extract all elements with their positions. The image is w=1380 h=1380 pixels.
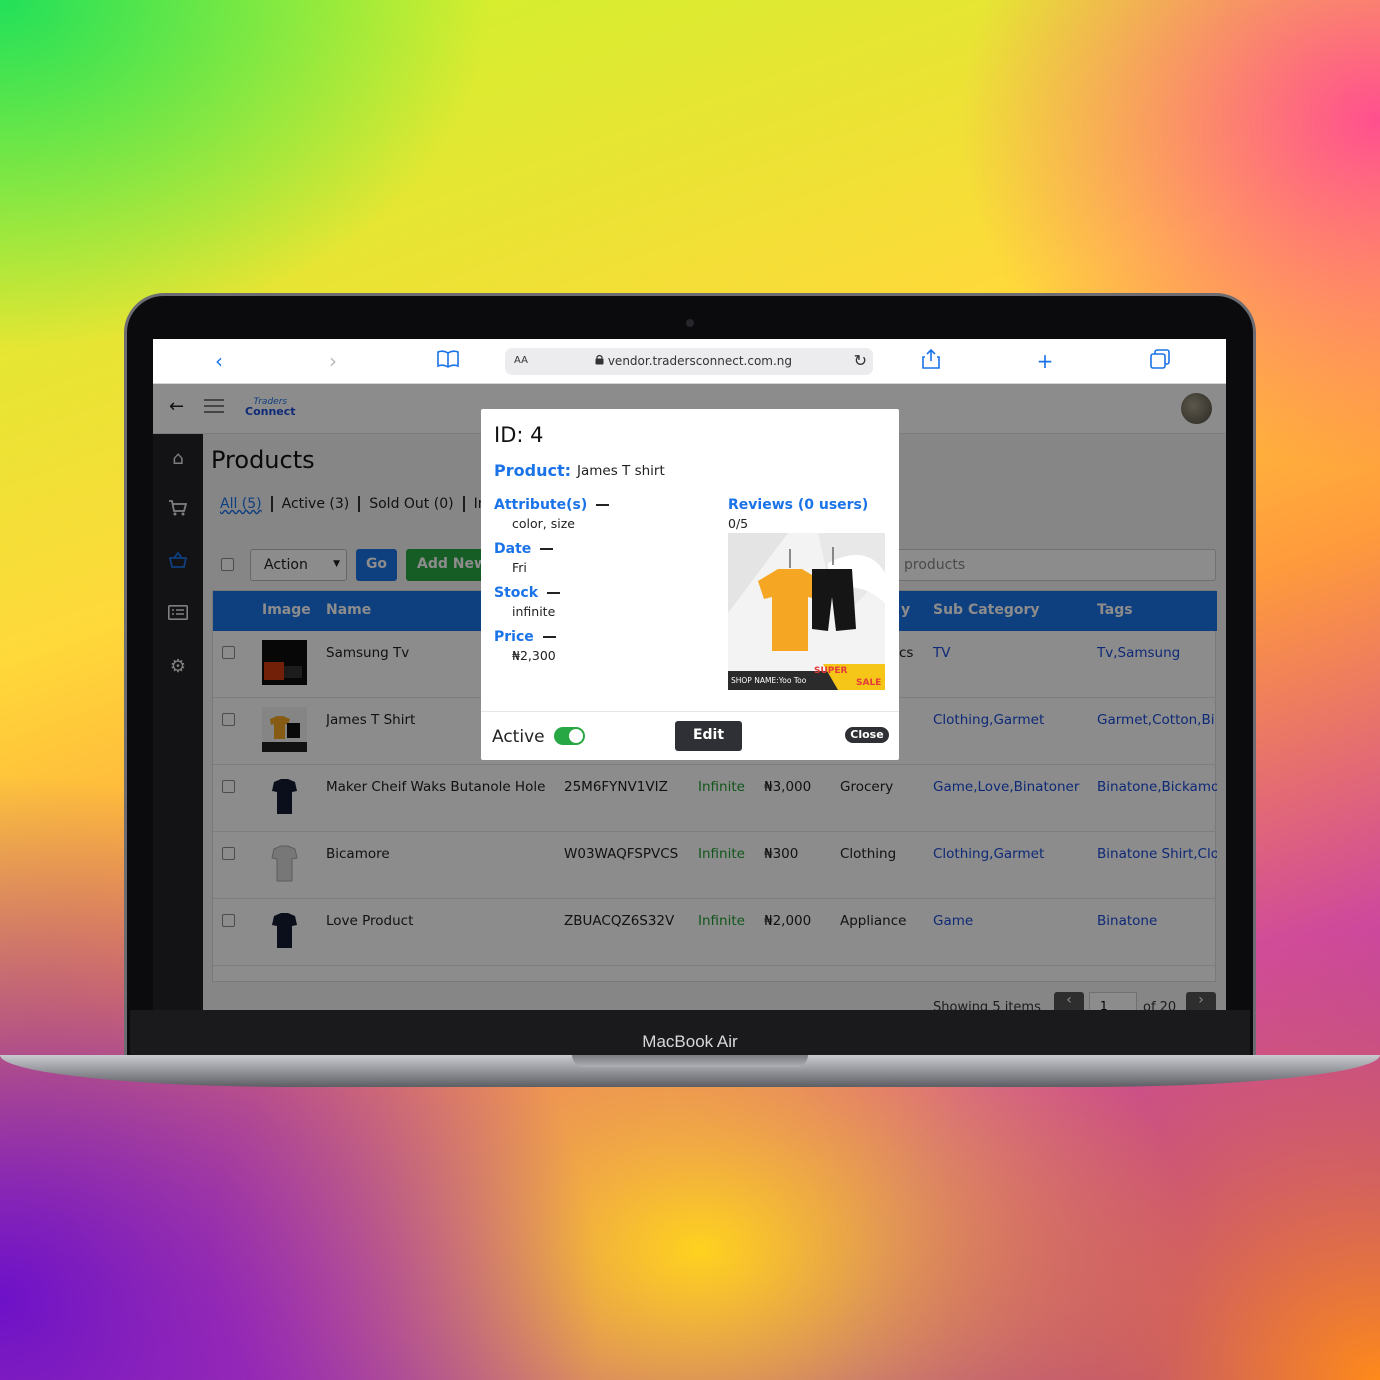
edit-button[interactable]: Edit: [675, 721, 742, 751]
attributes-value: color, size: [512, 516, 575, 531]
active-toggle[interactable]: [554, 727, 585, 745]
forward-icon[interactable]: ›: [319, 349, 347, 373]
close-button[interactable]: Close: [845, 727, 889, 743]
image-badge-sale: SALE: [856, 678, 882, 688]
modal-divider: [481, 711, 899, 712]
stock-label: Stock: [494, 585, 561, 601]
back-icon[interactable]: ‹: [205, 349, 233, 373]
date-value: Fri: [512, 560, 527, 575]
reviews-value: 0/5: [728, 516, 749, 531]
price-value: ₦2,300: [512, 648, 556, 663]
image-caption: SHOP NAME:Yoo Too: [731, 676, 807, 685]
modal-id: ID: 4: [494, 423, 544, 447]
url-value: vendor.tradersconnect.com.ng: [607, 354, 793, 368]
tabs-icon[interactable]: [1146, 349, 1174, 374]
reviews-label: Reviews (0 users): [728, 497, 869, 513]
image-badge-super: SUPER: [814, 666, 848, 676]
laptop-screen: ‹ › AA vendor.tradersconnect.com.ng ↻ + …: [153, 339, 1226, 1010]
stock-value: infinite: [512, 604, 556, 619]
address-bar[interactable]: AA vendor.tradersconnect.com.ng ↻: [505, 348, 873, 375]
text-size-button[interactable]: AA: [514, 355, 528, 366]
url-text: vendor.tradersconnect.com.ng: [595, 354, 792, 368]
active-label: Active: [492, 727, 545, 747]
browser-toolbar: ‹ › AA vendor.tradersconnect.com.ng ↻ +: [153, 339, 1226, 384]
product-image: SHOP NAME:Yoo Too SUPER SALE: [728, 533, 885, 690]
product-value: James T shirt: [577, 463, 665, 479]
bookmarks-icon[interactable]: [434, 349, 462, 373]
share-icon[interactable]: [917, 348, 945, 374]
reload-icon[interactable]: ↻: [854, 351, 867, 370]
price-label: Price: [494, 629, 556, 645]
laptop-notch: [572, 1055, 808, 1067]
lock-icon: [595, 354, 608, 368]
laptop-brand-label: MacBook Air: [642, 1032, 738, 1051]
attributes-label: Attribute(s): [494, 497, 610, 513]
webcam: [686, 319, 694, 327]
new-tab-icon[interactable]: +: [1031, 349, 1059, 373]
product-label: Product:: [494, 461, 571, 480]
product-detail-modal: ID: 4 Product: James T shirt Attribute(s…: [481, 409, 899, 760]
toggle-knob: [569, 729, 583, 743]
date-label: Date: [494, 541, 554, 557]
